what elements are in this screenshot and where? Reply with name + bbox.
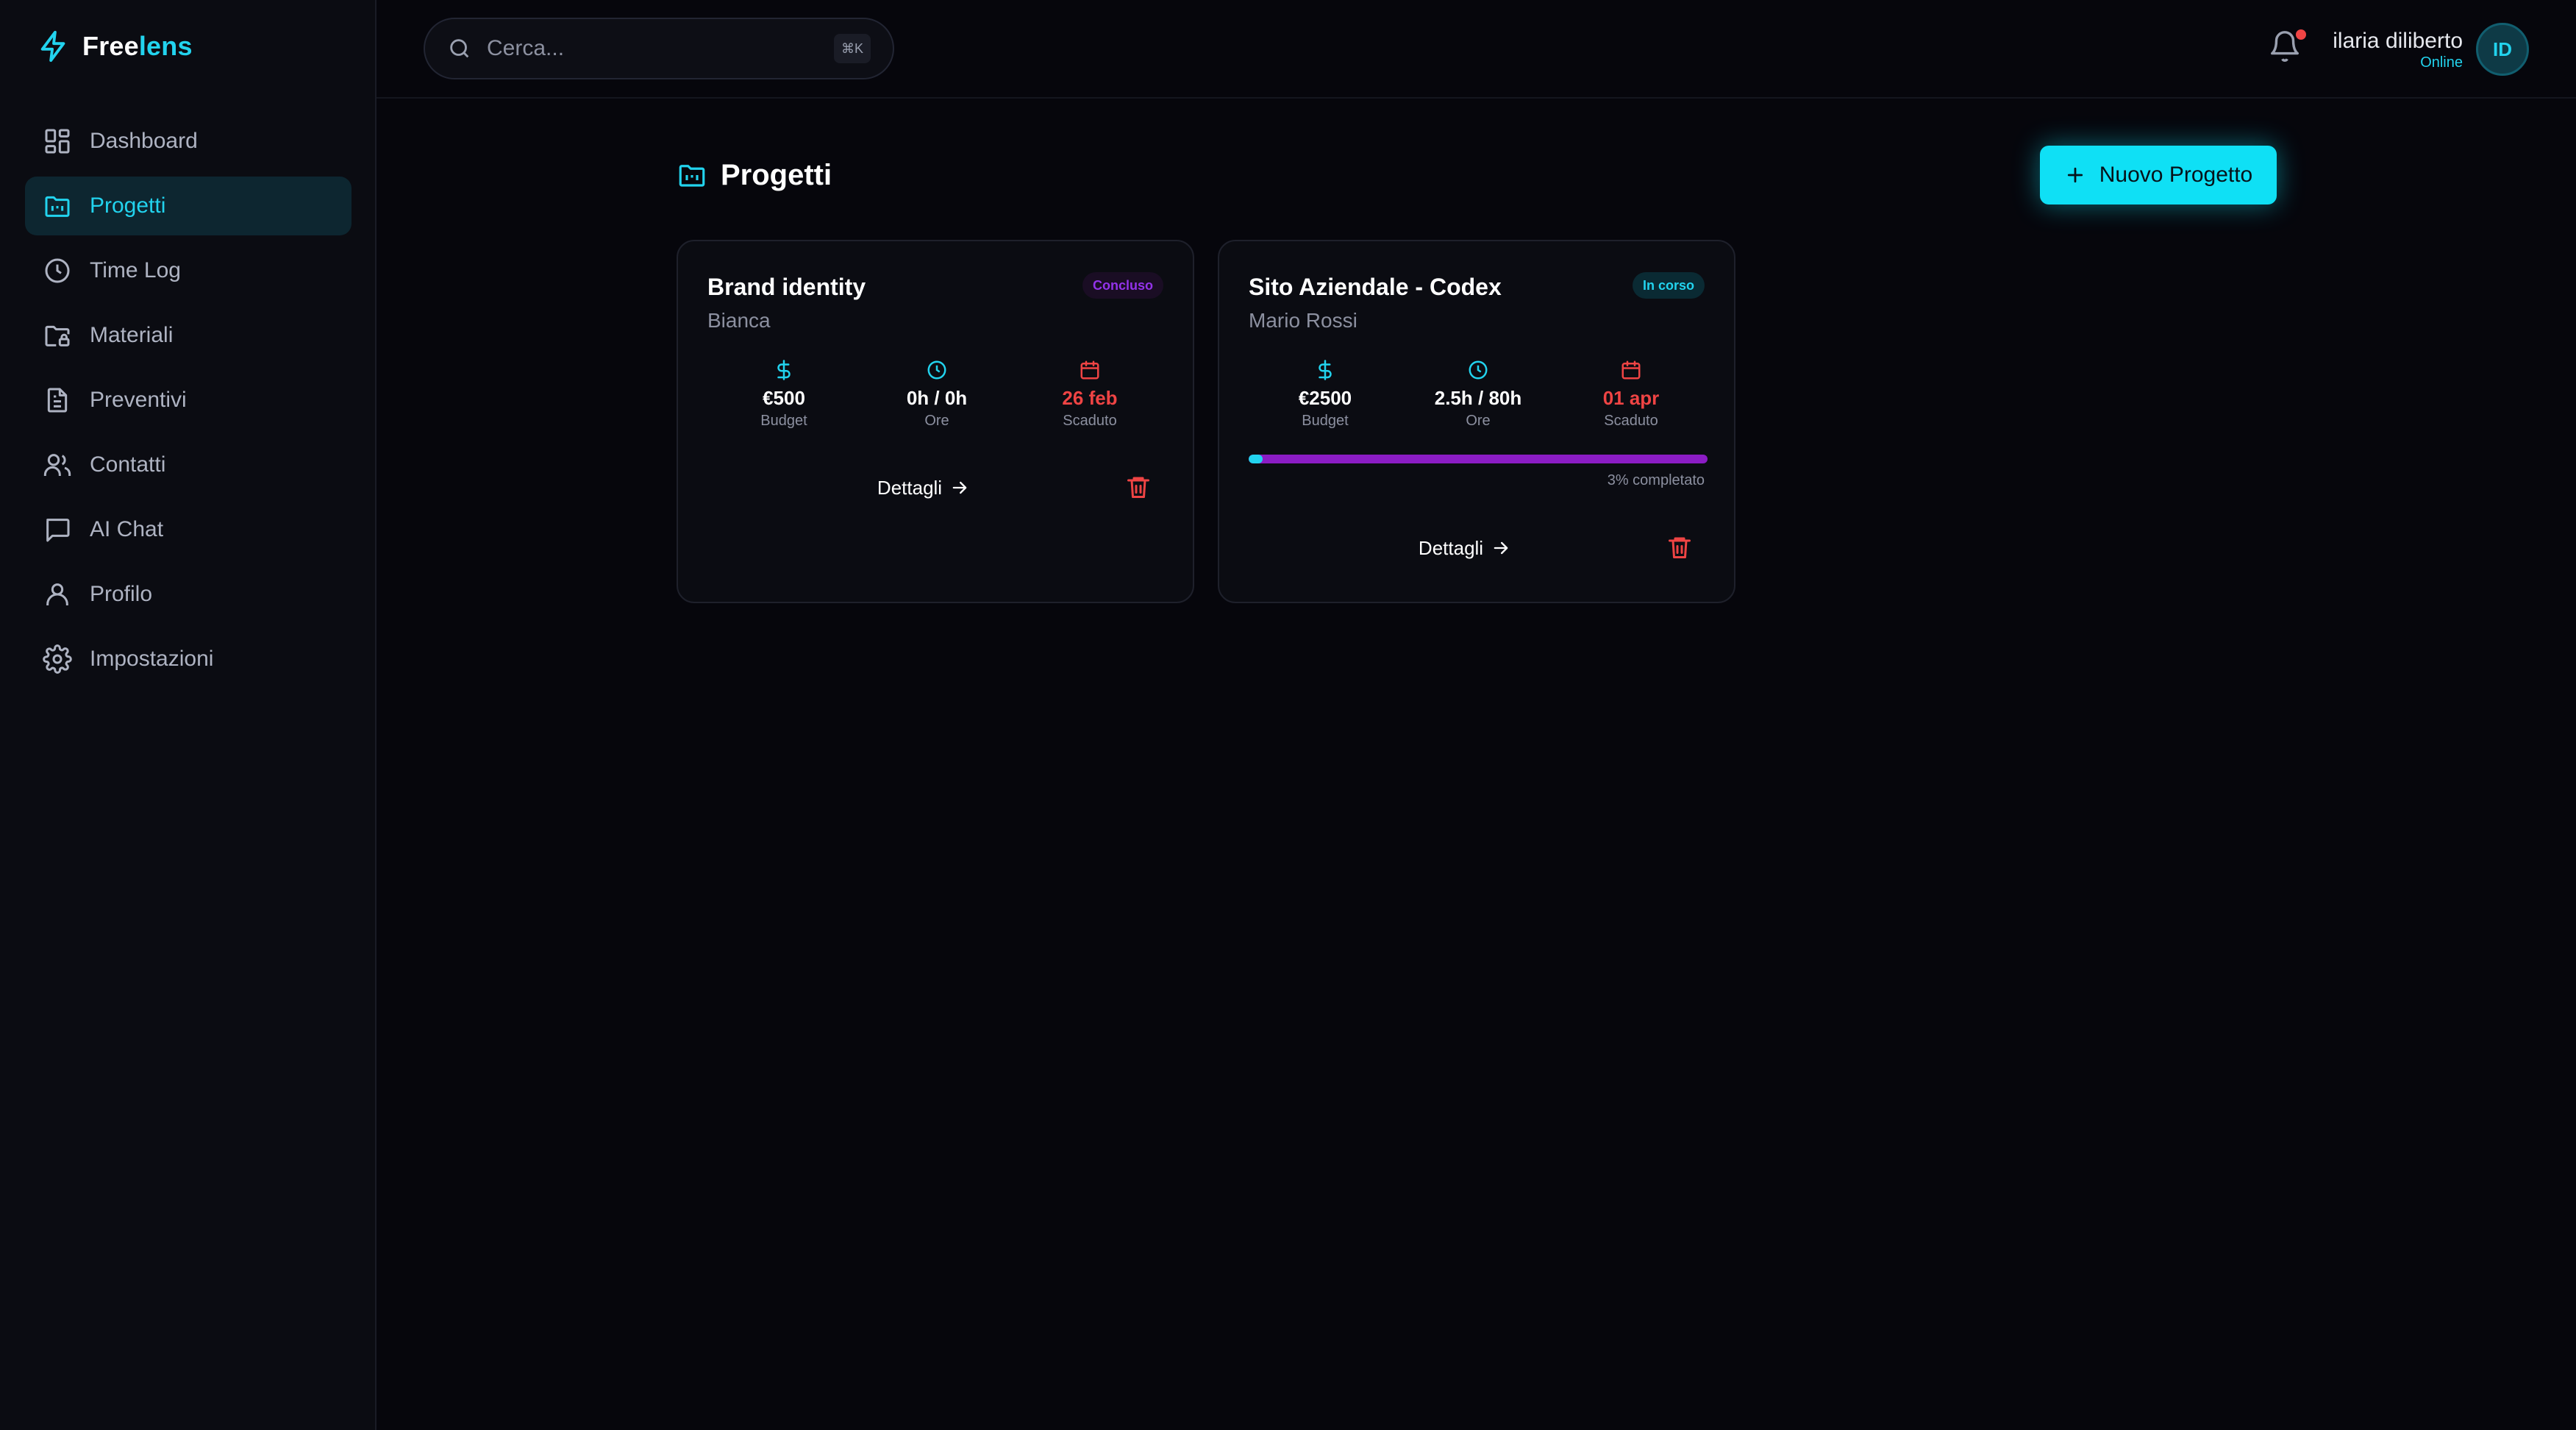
details-label: Dettagli: [1418, 536, 1484, 559]
user-menu[interactable]: ilaria diliberto Online ID: [2333, 22, 2529, 77]
sidebar-item-time-log[interactable]: Time Log: [25, 241, 352, 300]
notification-dot: [2296, 29, 2306, 40]
users-icon: [43, 454, 71, 476]
page-title-text: Progetti: [721, 158, 832, 191]
search-input[interactable]: [487, 36, 834, 61]
sidebar-item-progetti[interactable]: Progetti: [25, 177, 352, 235]
progress-label: 3% completato: [1607, 472, 1705, 488]
arrow-right-icon: [952, 481, 967, 494]
sidebar-item-label: Impostazioni: [90, 647, 214, 671]
notifications-button[interactable]: [2268, 29, 2306, 68]
project-stats: €500 Budget 0h / 0h Ore 26 feb Scaduto: [707, 359, 1166, 430]
sidebar: Freelens Dashboard Progetti Time Log Mat…: [0, 0, 377, 1430]
hours-value: 2.5h / 80h: [1434, 387, 1522, 409]
project-card[interactable]: Brand identity Bianca Concluso €500 Budg…: [677, 240, 1194, 603]
calendar-icon: [1621, 360, 1641, 380]
search-icon: [450, 39, 469, 58]
new-project-label: Nuovo Progetto: [2099, 163, 2253, 187]
top-bar: ⌘K ilaria diliberto Online ID: [377, 0, 2576, 99]
folder-kanban-icon: [45, 196, 70, 217]
project-stats: €2500 Budget 2.5h / 80h Ore 01 apr Scadu…: [1249, 359, 1708, 430]
budget-label: Budget: [1302, 413, 1349, 429]
search-shortcut-hint: ⌘K: [834, 34, 871, 63]
zap-icon: [40, 30, 65, 63]
delete-project-button[interactable]: [1125, 474, 1155, 503]
sidebar-item-label: Progetti: [90, 193, 166, 218]
budget-value: €500: [763, 387, 805, 409]
avatar[interactable]: ID: [2476, 23, 2529, 76]
sidebar-item-label: Preventivi: [90, 388, 187, 412]
hours-value: 0h / 0h: [906, 387, 968, 409]
search-bar[interactable]: ⌘K: [424, 18, 894, 79]
sidebar-item-materiali[interactable]: Materiali: [25, 306, 352, 365]
hours-label: Ore: [924, 413, 949, 429]
deadline-label: Scaduto: [1063, 413, 1117, 429]
sidebar-item-ai-chat[interactable]: AI Chat: [25, 500, 352, 559]
deadline-stat: 26 feb Scaduto: [1013, 359, 1166, 430]
plus-icon: [2067, 167, 2083, 183]
file-text-icon: [47, 388, 68, 413]
sidebar-item-preventivi[interactable]: Preventivi: [25, 371, 352, 430]
new-project-button[interactable]: Nuovo Progetto: [2040, 146, 2277, 204]
deadline-stat: 01 apr Scaduto: [1555, 359, 1708, 430]
status-badge: Concluso: [1082, 272, 1163, 299]
details-link[interactable]: Dettagli: [1391, 530, 1538, 566]
sidebar-item-impostazioni[interactable]: Impostazioni: [25, 630, 352, 689]
hours-label: Ore: [1466, 413, 1491, 429]
deadline-value: 26 feb: [1062, 387, 1118, 409]
hours-stat: 0h / 0h Ore: [860, 359, 1013, 430]
hours-stat: 2.5h / 80h Ore: [1402, 359, 1555, 430]
brand-name: Freelens: [82, 31, 193, 61]
project-card[interactable]: Sito Aziendale - Codex Mario Rossi In co…: [1218, 240, 1735, 603]
sidebar-nav: Dashboard Progetti Time Log Materiali Pr…: [25, 112, 352, 694]
folder-lock-icon: [45, 325, 70, 346]
dollar-icon: [777, 360, 791, 380]
user-icon: [46, 583, 68, 605]
sidebar-item-profilo[interactable]: Profilo: [25, 565, 352, 624]
budget-label: Budget: [760, 413, 807, 429]
project-title: Sito Aziendale - Codex: [1249, 274, 1502, 300]
brand-logo[interactable]: Freelens: [37, 28, 193, 65]
sidebar-item-label: Dashboard: [90, 129, 198, 153]
deadline-label: Scaduto: [1604, 413, 1658, 429]
clock-icon: [45, 258, 70, 283]
budget-stat: €2500 Budget: [1249, 359, 1402, 430]
delete-project-button[interactable]: [1666, 534, 1696, 563]
sidebar-item-contatti[interactable]: Contatti: [25, 435, 352, 494]
progress-fill: [1249, 455, 1263, 463]
sidebar-item-dashboard[interactable]: Dashboard: [25, 112, 352, 171]
sidebar-item-label: Profilo: [90, 582, 153, 606]
trash-icon: [1669, 537, 1691, 558]
sidebar-item-label: Time Log: [90, 258, 181, 282]
clock-icon: [927, 360, 946, 380]
deadline-value: 01 apr: [1602, 387, 1660, 409]
project-client: Mario Rossi: [1249, 309, 1357, 332]
sidebar-item-label: Contatti: [90, 452, 166, 477]
progress-bar: [1249, 455, 1708, 463]
gear-icon: [43, 644, 72, 674]
sidebar-item-label: Materiali: [90, 323, 174, 347]
dashboard-icon: [45, 129, 70, 154]
budget-stat: €500 Budget: [707, 359, 860, 430]
project-title: Brand identity: [707, 274, 866, 300]
details-label: Dettagli: [877, 476, 943, 499]
dollar-icon: [1319, 360, 1332, 380]
budget-value: €2500: [1298, 387, 1352, 409]
app: Freelens Dashboard Progetti Time Log Mat…: [0, 0, 2576, 1430]
details-link[interactable]: Dettagli: [850, 469, 997, 506]
arrow-right-icon: [1494, 541, 1508, 555]
user-status: Online: [2420, 54, 2463, 71]
project-client: Bianca: [707, 309, 771, 332]
page-title: Progetti: [677, 154, 832, 196]
calendar-icon: [1080, 360, 1099, 380]
status-badge: In corso: [1632, 272, 1705, 299]
message-square-icon: [46, 519, 70, 542]
sidebar-item-label: AI Chat: [90, 517, 164, 541]
clock-icon: [1469, 360, 1488, 380]
trash-icon: [1127, 477, 1149, 498]
folder-kanban-icon: [679, 165, 705, 187]
user-meta: ilaria diliberto Online: [2333, 28, 2463, 71]
user-name: ilaria diliberto: [2333, 29, 2463, 53]
